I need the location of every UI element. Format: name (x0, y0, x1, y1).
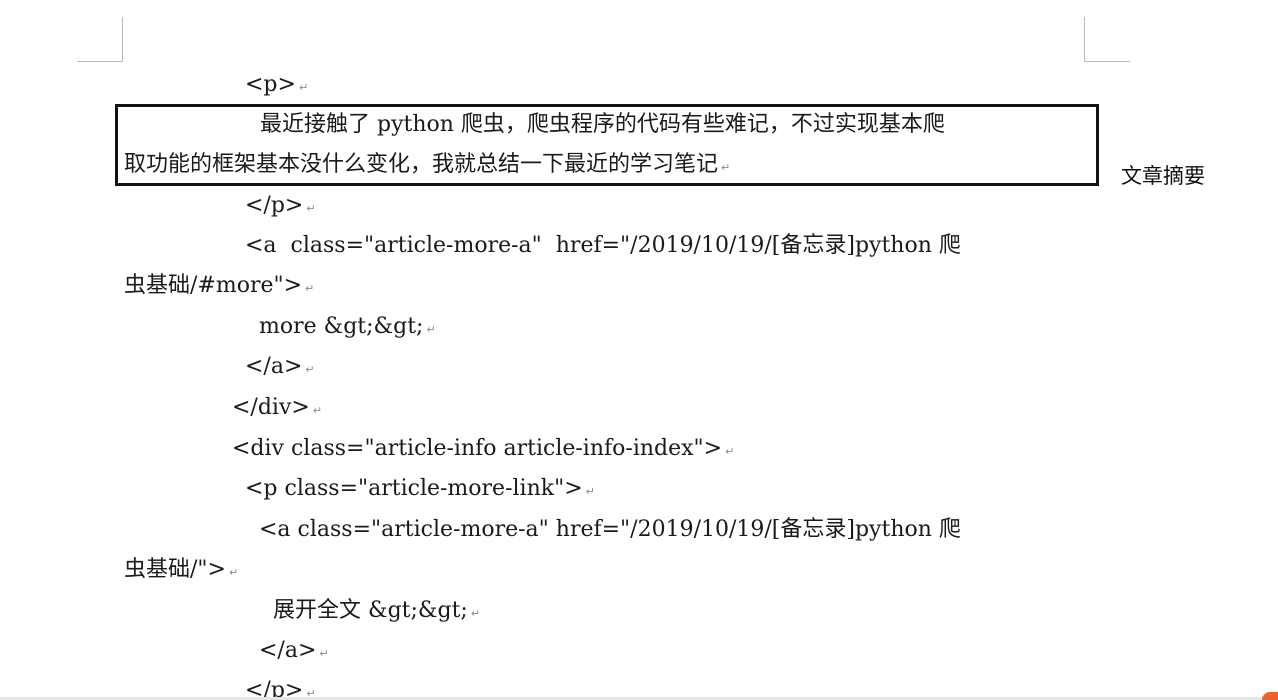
code-line: 展开全文 &gt;&gt; ↵ (273, 596, 480, 629)
line-text: 展开全文 &gt;&gt; (273, 598, 468, 623)
code-line: </a> ↵ (259, 636, 329, 669)
code-line: </a> ↵ (245, 352, 315, 385)
paragraph-mark-icon: ↵ (298, 81, 309, 94)
line-text: 虫基础/#more"> (124, 273, 303, 298)
line-text: </p> (245, 193, 304, 218)
paragraph-mark-icon: ↵ (306, 202, 316, 215)
line-text: <a class="article-more-a" href="/2019/10… (259, 517, 961, 542)
line-text: <a class="article-more-a" href="/2019/10… (245, 233, 961, 258)
code-line: </div> ↵ (232, 393, 322, 426)
paragraph-mark-icon: ↵ (426, 323, 436, 336)
code-line: </p> ↵ (245, 191, 316, 224)
line-text: <p class="article-more-link"> (245, 476, 583, 501)
document-page: <p> ↵ 最近接触了 python 爬虫，爬虫程序的代码有些难记，不过实现基本爬… (0, 0, 1278, 700)
line-text: more &gt;&gt; (259, 314, 424, 339)
paragraph-mark-icon: ↵ (228, 566, 239, 579)
code-line: more &gt;&gt; ↵ (259, 312, 436, 345)
paragraph-mark-icon: ↵ (470, 607, 481, 620)
code-line: <a class="article-more-a" href="/2019/10… (245, 231, 961, 261)
code-line: 虫基础/"> ↵ (124, 555, 238, 588)
paragraph-mark-icon: ↵ (725, 445, 735, 458)
line-text: 虫基础/"> (124, 557, 226, 582)
code-line: <a class="article-more-a" href="/2019/10… (259, 515, 961, 545)
summary-highlight-box (115, 104, 1099, 186)
paragraph-mark-icon: ↵ (305, 363, 315, 376)
code-line: 虫基础/#more"> ↵ (124, 271, 314, 304)
paragraph-mark-icon: ↵ (312, 404, 323, 417)
margin-corner-top-left (77, 17, 123, 62)
margin-corner-top-right (1084, 17, 1130, 62)
code-line: <p> ↵ (245, 70, 308, 103)
line-text: </a> (245, 354, 303, 379)
paragraph-mark-icon: ↵ (319, 647, 329, 660)
paragraph-mark-icon: ↵ (585, 485, 595, 498)
paragraph-mark-icon: ↵ (305, 282, 315, 295)
line-text: </a> (259, 638, 317, 663)
code-line: <div class="article-info article-info-in… (232, 434, 734, 467)
annotation-label: 文章摘要 (1121, 164, 1205, 188)
line-text: <p> (245, 72, 296, 97)
code-line: <p class="article-more-link"> ↵ (245, 474, 595, 507)
line-text: </div> (232, 395, 310, 420)
line-text: <div class="article-info article-info-in… (232, 436, 723, 461)
corner-accent (1262, 692, 1278, 700)
